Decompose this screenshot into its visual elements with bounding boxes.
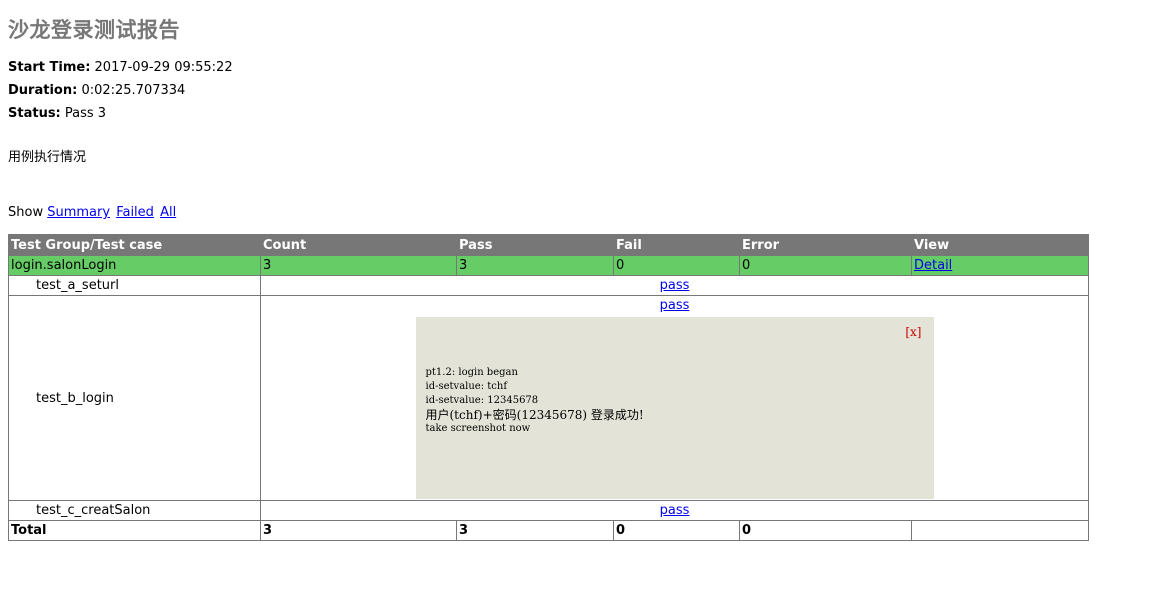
duration-value: 0:02:25.707334: [81, 83, 186, 98]
total-error: 0: [739, 520, 912, 541]
total-view: [911, 520, 1089, 541]
case-name: test_c_creatSalon: [8, 500, 261, 521]
header-error: Error: [739, 234, 912, 256]
header-count: Count: [260, 234, 457, 256]
pass-link[interactable]: pass: [660, 503, 690, 518]
report-description: 用例执行情况: [8, 150, 87, 165]
table-row: test_a_seturl pass: [8, 275, 1089, 296]
group-view: Detail: [911, 255, 1089, 276]
total-label: Total: [8, 520, 261, 541]
status-label: Status:: [8, 106, 61, 121]
start-time-value: 2017-09-29 09:55:22: [94, 60, 233, 75]
close-popup-button[interactable]: [x]: [905, 325, 921, 339]
report-heading: 沙龙登录测试报告 Start Time: 2017-09-29 09:55:22…: [8, 14, 233, 125]
table-row: test_c_creatSalon pass: [8, 500, 1089, 521]
summary-link[interactable]: Summary: [47, 205, 110, 220]
result-table: Test Group/Test case Count Pass Fail Err…: [8, 234, 1089, 541]
total-row: Total 3 3 0 0: [8, 520, 1089, 541]
log-line: id-setvalue: 12345678: [425, 395, 539, 406]
total-count: 3: [260, 520, 457, 541]
group-count: 3: [260, 255, 457, 276]
group-name: login.salonLogin: [8, 255, 261, 276]
duration-label: Duration:: [8, 83, 78, 98]
start-time: Start Time: 2017-09-29 09:55:22: [8, 56, 233, 79]
case-name: test_a_seturl: [8, 275, 261, 296]
group-pass: 3: [456, 255, 614, 276]
total-pass: 3: [456, 520, 614, 541]
start-time-label: Start Time:: [8, 60, 91, 75]
log-line: id-setvalue: tchf: [425, 381, 508, 392]
show-filter: Show Summary Failed All: [8, 205, 178, 220]
detail-link[interactable]: Detail: [914, 258, 952, 273]
header-pass: Pass: [456, 234, 614, 256]
table-header-row: Test Group/Test case Count Pass Fail Err…: [8, 234, 1089, 256]
total-fail: 0: [613, 520, 740, 541]
status-value: Pass 3: [64, 106, 107, 121]
pass-link[interactable]: pass: [660, 298, 690, 313]
table-row: test_b_login pass [x] pt1.2: login began…: [8, 295, 1089, 501]
header-view: View: [911, 234, 1089, 256]
page-title: 沙龙登录测试报告: [8, 18, 180, 42]
log-line: take screenshot now: [425, 423, 531, 434]
show-label: Show: [8, 205, 44, 220]
log-line: pt1.2: login began: [425, 367, 518, 378]
header-test-case: Test Group/Test case: [8, 234, 261, 256]
case-result: pass: [260, 500, 1089, 521]
header-fail: Fail: [613, 234, 740, 256]
case-name: test_b_login: [8, 295, 261, 501]
output-log: pt1.2: login began id-setvalue: tchf id-se…: [426, 366, 644, 436]
duration: Duration: 0:02:25.707334: [8, 79, 233, 102]
group-row: login.salonLogin 3 3 0 0 Detail: [8, 255, 1089, 276]
failed-link[interactable]: Failed: [116, 205, 154, 220]
all-link[interactable]: All: [160, 205, 176, 220]
pass-link[interactable]: pass: [660, 278, 690, 293]
group-error: 0: [739, 255, 912, 276]
group-fail: 0: [613, 255, 740, 276]
output-popup: [x] pt1.2: login began id-setvalue: tchf i…: [415, 317, 934, 499]
case-result: pass: [260, 275, 1089, 296]
case-result: pass [x] pt1.2: login began id-setvalue: …: [260, 295, 1089, 501]
status: Status: Pass 3: [8, 102, 233, 125]
log-line: 用户(tchf)+密码(12345678) 登录成功!: [425, 408, 644, 422]
